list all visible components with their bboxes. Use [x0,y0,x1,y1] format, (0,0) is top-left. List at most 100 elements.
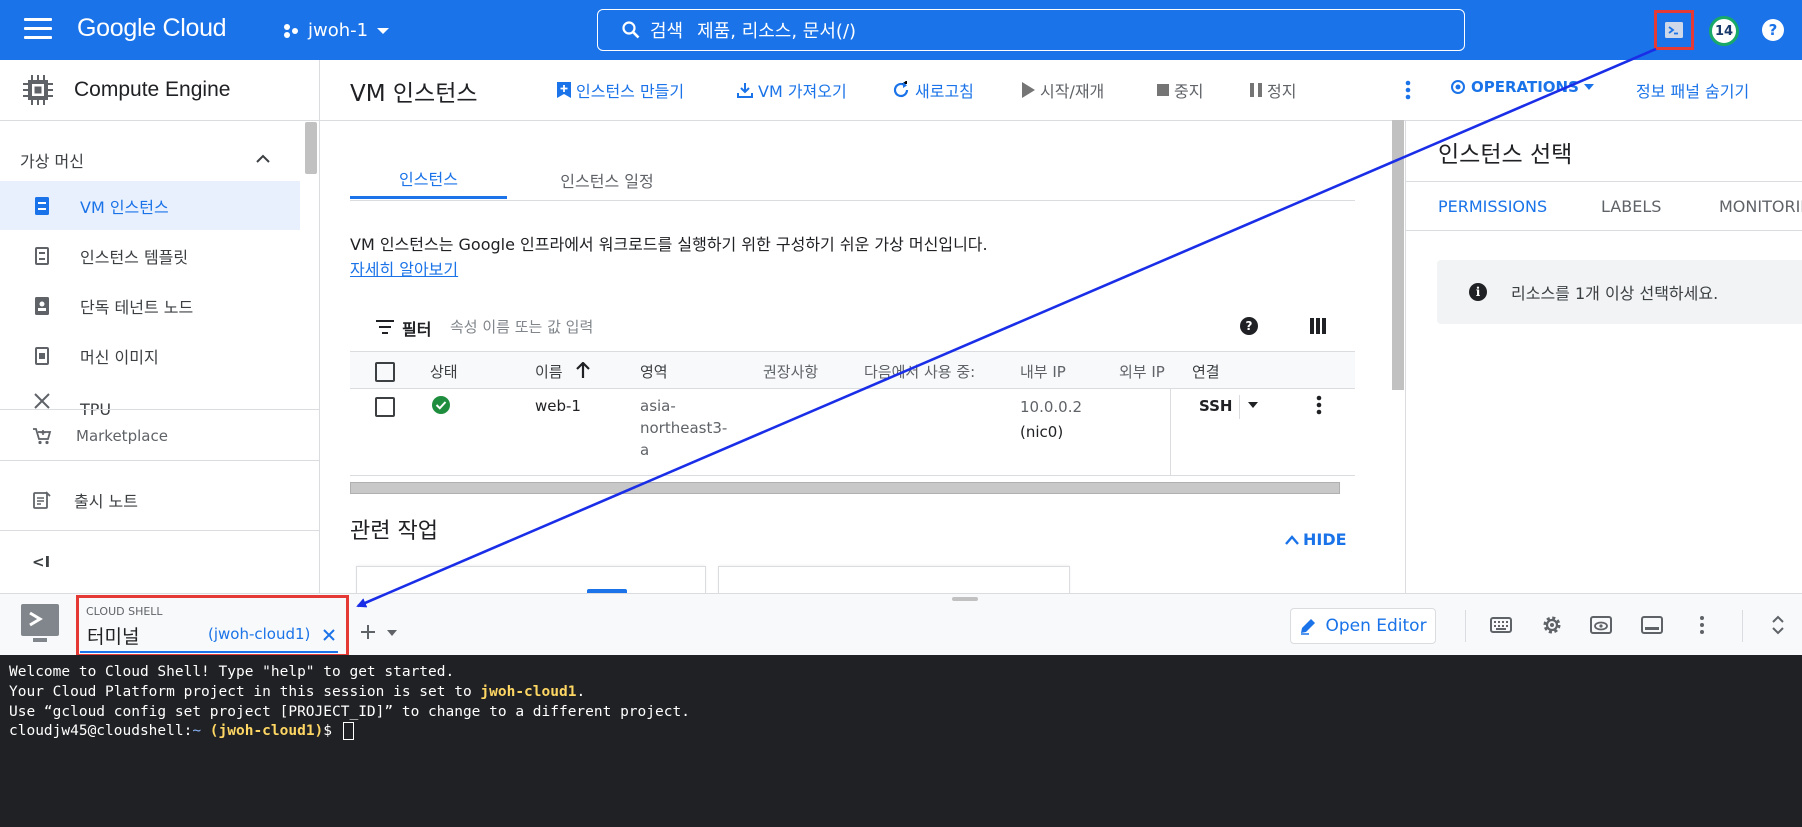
compute-engine-icon [23,75,53,105]
operations-button[interactable]: OPERATIONS [1450,78,1594,96]
learn-more-link[interactable]: 자세히 알아보기 [350,260,458,279]
column-internal-ip[interactable]: 내부 IP [1020,361,1066,382]
main-scrollbar[interactable] [1392,120,1404,390]
pencil-icon [1301,619,1316,635]
column-in-use-by[interactable]: 다음에서 사용 중: [864,361,975,382]
nav-divider [0,409,319,410]
sticky-column-divider [1170,389,1171,475]
instance-name[interactable]: web-1 [535,397,581,415]
collapse-nav-button[interactable]: <I [32,553,50,571]
sidebar-item-marketplace[interactable]: Marketplace [0,416,300,456]
create-instance-button[interactable]: 인스턴스 만들기 [557,78,684,102]
nav-divider [0,530,319,531]
prompt-user-host: cloudjw45@cloudshell: [9,723,193,740]
sidebar-item-label: 출시 노트 [74,492,138,511]
table-horizontal-scrollbar[interactable] [350,482,1340,494]
filter-input[interactable]: 속성 이름 또는 값 입력 [450,316,593,337]
tab-monitoring[interactable]: MONITORING [1719,197,1802,216]
sidebar-item-vm-instances[interactable]: VM 인스턴스 [0,181,300,230]
sidebar-scrollbar[interactable] [305,122,317,174]
import-vm-label: VM 가져오기 [758,82,847,101]
keyboard-icon[interactable] [1490,617,1512,633]
product-header: Compute Engine [0,60,319,121]
sidebar-item-tpu[interactable]: TPU [0,381,300,421]
column-recommendations[interactable]: 권장사항 [763,361,818,382]
chevron-down-icon[interactable] [387,630,397,636]
start-resume-button[interactable]: 시작/재개 [1022,78,1104,102]
resize-handle[interactable] [952,597,978,601]
pause-icon [1250,83,1262,97]
prompt-project: (jwoh-cloud1) [209,723,324,740]
open-editor-button[interactable]: Open Editor [1290,608,1436,644]
internal-ip-address: 10.0.0.2 [1020,398,1083,416]
cloud-shell-terminal[interactable]: Welcome to Cloud Shell! Type "help" to g… [0,655,1802,827]
info-message-text: 리소스를 1개 이상 선택하세요. [1511,284,1719,303]
chevron-up-icon[interactable] [255,154,271,164]
minimize-panel-icon[interactable] [1641,616,1663,634]
tab-instance-schedules[interactable]: 인스턴스 일정 [507,160,707,199]
refresh-button[interactable]: 새로고침 [892,78,974,102]
sidebar-item-machine-images[interactable]: 머신 이미지 [0,331,300,380]
gear-icon[interactable] [1541,614,1563,636]
row-more-vert-icon[interactable] [1316,395,1322,415]
column-external-ip[interactable]: 외부 IP [1119,361,1165,382]
more-vert-icon[interactable] [1699,615,1705,635]
google-cloud-logo[interactable]: Google Cloud [77,14,227,43]
add-tab-icon[interactable] [360,624,376,640]
left-navigation: Compute Engine 가상 머신 VM 인스턴스 인스턴스 템플릿 단독… [0,60,320,593]
terminal-icon [1665,22,1683,38]
filter-label[interactable]: 필터 [402,316,431,340]
select-all-checkbox[interactable] [375,362,395,382]
more-vert-icon[interactable] [1405,80,1411,100]
terminal-line: Use “gcloud config set project [PROJECT_… [9,703,690,720]
create-instance-label: 인스턴스 만들기 [576,82,685,101]
tab-instances[interactable]: 인스턴스 [350,160,507,199]
column-status[interactable]: 상태 [430,361,458,382]
stop-button[interactable]: 중지 [1157,78,1203,102]
column-connect[interactable]: 연결 [1192,361,1220,382]
sidebar-item-release-notes[interactable]: 출시 노트 [0,480,300,520]
cloud-shell-terminal-icon [21,604,59,642]
filter-list-icon[interactable] [376,320,394,334]
ssh-dropdown-icon[interactable] [1248,402,1258,408]
table-row[interactable]: web-1 asia- northeast3- a 10.0.0.2 (nic0… [350,389,1355,476]
add-box-icon [557,82,571,98]
prompt-symbol: $ [323,723,341,740]
import-vm-button[interactable]: VM 가져오기 [737,78,847,102]
help-icon[interactable]: ? [1762,19,1784,41]
hide-info-panel-button[interactable]: 정보 패널 숨기기 [1636,78,1749,102]
ssh-divider [1239,395,1240,419]
zone-line: northeast3- [640,419,728,437]
suspend-button[interactable]: 정지 [1250,78,1296,102]
project-dots-icon [284,23,298,38]
instance-zone: asia- northeast3- a [640,395,727,461]
web-preview-icon[interactable] [1590,616,1612,634]
project-selector[interactable]: jwoh-1 [282,20,390,41]
hamburger-menu-icon[interactable] [24,18,52,42]
sole-tenant-icon [28,296,56,315]
notifications-badge[interactable]: 14 [1709,16,1739,46]
activate-cloud-shell-button[interactable] [1654,10,1694,50]
tab-permissions[interactable]: PERMISSIONS [1438,197,1547,216]
row-checkbox[interactable] [375,397,395,417]
hide-related-button[interactable]: HIDE [1285,530,1347,549]
terminal-line: Your Cloud Platform project in this sess… [9,683,481,700]
sidebar-item-instance-templates[interactable]: 인스턴스 템플릿 [0,231,300,280]
tab-labels[interactable]: LABELS [1601,197,1661,216]
column-zone[interactable]: 영역 [640,361,668,382]
description-text: VM 인스턴스는 Google 인프라에서 워크로드를 실행하기 위한 구성하기… [350,235,988,254]
internal-ip: 10.0.0.2 (nic0) [1020,395,1082,445]
nav-section-virtual-machines[interactable]: 가상 머신 [20,148,84,172]
search-bar[interactable]: 검색 제품, 리소스, 문서(/) [597,9,1465,51]
ssh-button[interactable]: SSH [1199,397,1233,415]
arrow-up-icon[interactable] [576,362,590,378]
template-icon [28,246,56,265]
nic-label[interactable]: (nic0) [1020,420,1082,445]
status-running-icon [432,396,450,414]
help-circle-icon[interactable]: ? [1240,317,1258,335]
column-display-icon[interactable] [1310,318,1326,334]
expand-collapse-icon[interactable] [1772,615,1784,635]
sidebar-item-label: 단독 테넌트 노드 [80,297,194,317]
sidebar-item-sole-tenant-nodes[interactable]: 단독 테넌트 노드 [0,281,300,330]
column-name[interactable]: 이름 [535,361,563,382]
